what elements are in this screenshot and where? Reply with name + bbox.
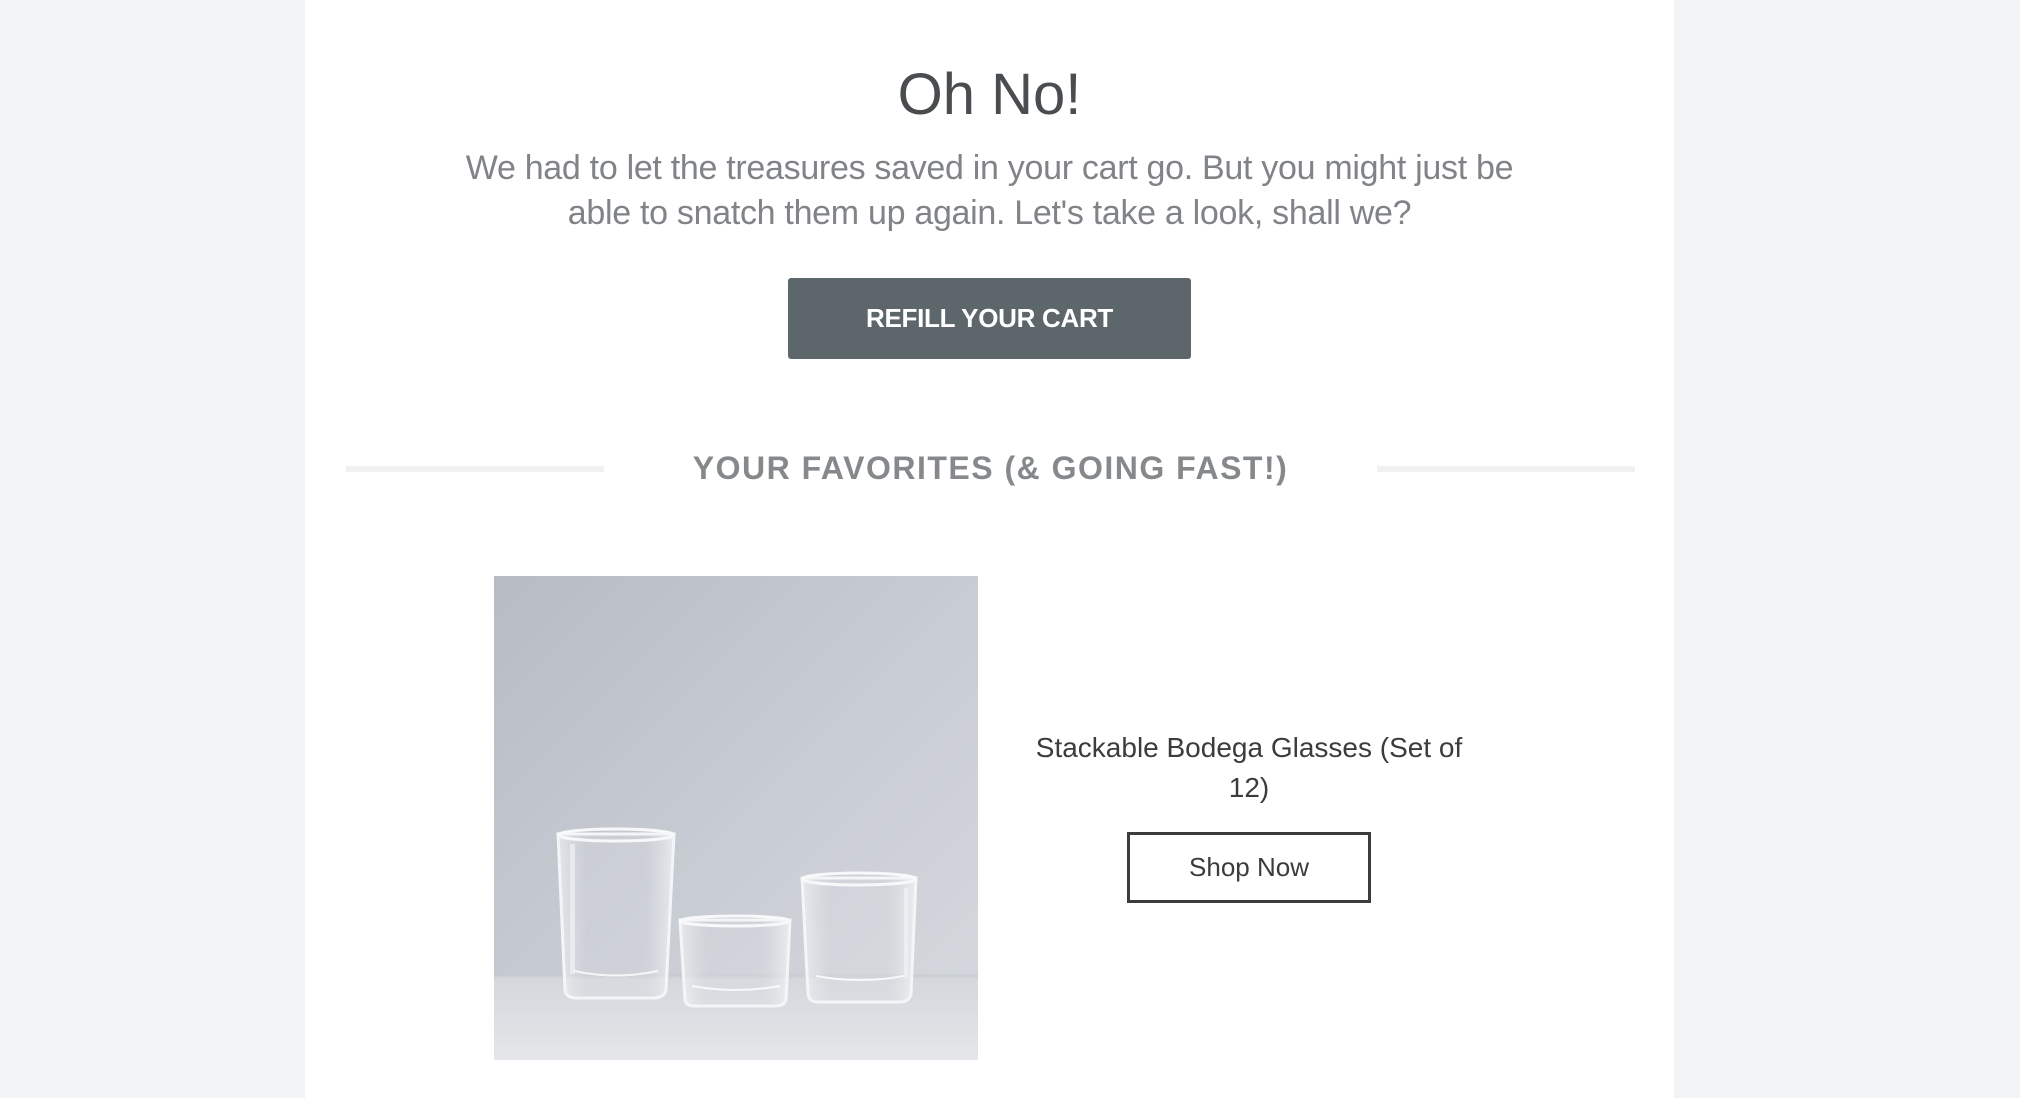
divider-line-left bbox=[346, 466, 604, 472]
shop-now-button[interactable]: Shop Now bbox=[1127, 832, 1371, 903]
email-card: Oh No! We had to let the treasures saved… bbox=[305, 0, 1674, 1098]
medium-glass-shape bbox=[800, 871, 918, 1004]
product-info: Stackable Bodega Glasses (Set of 12) Sho… bbox=[1024, 728, 1474, 903]
product-name[interactable]: Stackable Bodega Glasses (Set of 12) bbox=[1024, 728, 1474, 808]
tall-glass-shape bbox=[556, 827, 676, 1000]
small-glass-shape bbox=[678, 914, 792, 1008]
refill-cart-button[interactable]: REFILL YOUR CART bbox=[788, 278, 1191, 359]
divider-line-right bbox=[1377, 466, 1635, 472]
product-image[interactable] bbox=[494, 576, 978, 1060]
section-title: YOUR FAVORITES (& GOING FAST!) bbox=[692, 450, 1289, 486]
glass-tumblers-photo bbox=[494, 576, 978, 1060]
section-divider: YOUR FAVORITES (& GOING FAST!) bbox=[346, 440, 1635, 496]
headline: Oh No! bbox=[897, 62, 1082, 127]
intro-text: We had to let the treasures saved in you… bbox=[465, 149, 1514, 232]
